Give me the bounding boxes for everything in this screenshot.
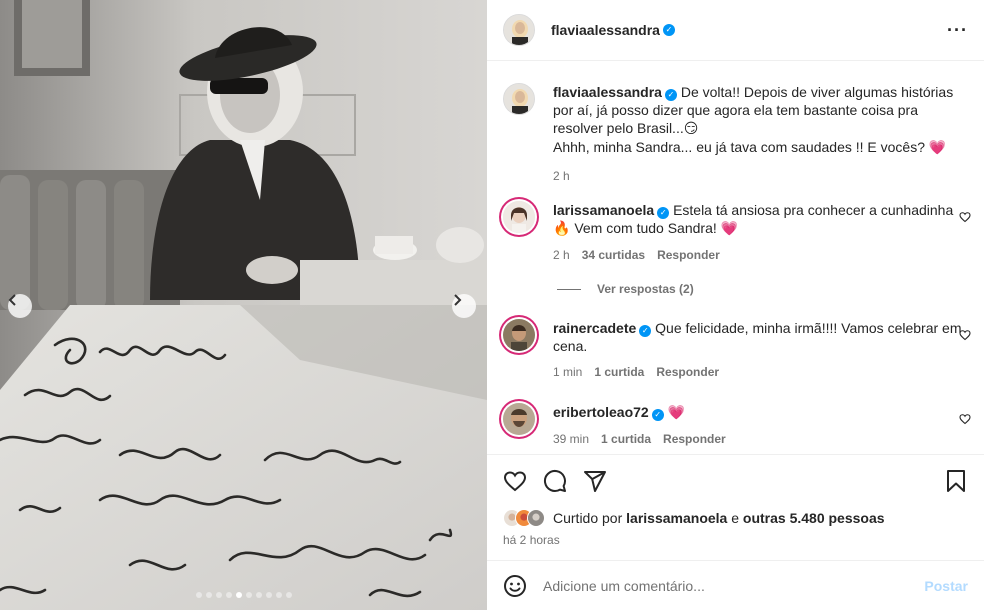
like-comment-heart-icon[interactable] <box>959 413 971 425</box>
comment-item: eribertoleao72 ✓ 💗 39 min 1 curtida Respo… <box>503 403 973 448</box>
reply-button[interactable]: Responder <box>663 430 726 448</box>
heart-emoji-icon: 💗 <box>667 405 686 421</box>
comment-item: rainercadete ✓ Que felicidade, minha irmã… <box>503 319 973 381</box>
comments-list[interactable]: flaviaalessandra ✓ De volta!! Depois de v… <box>487 61 984 454</box>
liked-by-prefix: Curtido por <box>553 510 623 526</box>
comment-input[interactable] <box>543 577 925 594</box>
verified-badge-icon: ✓ <box>664 89 677 101</box>
comment-body: rainercadete ✓ Que felicidade, minha irmã… <box>553 319 971 381</box>
carousel-dot <box>215 592 222 598</box>
commenter-avatar[interactable] <box>503 403 535 435</box>
like-comment-heart-icon[interactable] <box>959 211 971 223</box>
post-photo[interactable] <box>0 0 487 610</box>
share-paper-plane-icon[interactable] <box>583 469 607 493</box>
carousel-dot <box>225 592 232 598</box>
post-comment-button[interactable]: Postar <box>924 578 968 594</box>
save-bookmark-icon[interactable] <box>944 469 968 493</box>
carousel-next-button[interactable] <box>452 294 476 318</box>
like-comment-heart-icon[interactable] <box>959 329 971 341</box>
post-side-panel: flaviaalessandra ✓ ··· flaviaalessandra ✓… <box>487 0 984 610</box>
post-header: flaviaalessandra ✓ ··· <box>487 0 984 61</box>
heart-emoji-icon: 💗 <box>928 140 947 156</box>
likes-text: Curtido por larissamanoela e outras 5.48… <box>553 510 885 526</box>
comment-bubble-icon[interactable] <box>543 469 567 493</box>
comment-likes[interactable]: 1 curtida <box>594 363 644 381</box>
comment-meta: 39 min 1 curtida Responder <box>553 430 971 448</box>
caption-body: flaviaalessandra ✓ De volta!! Depois de v… <box>553 83 971 185</box>
carousel-dot <box>195 592 202 598</box>
fire-emoji-icon: 🔥 <box>553 221 571 237</box>
caption: flaviaalessandra ✓ De volta!! Depois de v… <box>503 83 973 185</box>
comment-time[interactable]: 2 h <box>553 246 570 264</box>
carousel-dot <box>285 592 292 598</box>
carousel-dot <box>205 592 212 598</box>
smirk-emoji-icon: 😏 <box>683 121 699 137</box>
chevron-right-icon <box>454 294 462 306</box>
view-replies-button[interactable]: Ver respostas (2) <box>557 282 694 296</box>
comment-item: larissamanoela ✓ Estela tá ansiosa pra co… <box>503 201 973 264</box>
add-comment-bar: Postar <box>487 560 984 610</box>
comment-meta: 2 h 34 curtidas Responder <box>553 246 971 264</box>
reply-button[interactable]: Responder <box>657 246 720 264</box>
liked-by-user[interactable]: larissamanoela <box>626 510 727 526</box>
liked-by-joiner: e <box>731 510 740 526</box>
liked-by-others[interactable]: outras 5.480 pessoas <box>743 510 885 526</box>
post-timestamp[interactable]: há 2 horas <box>487 529 984 547</box>
commenter-avatar[interactable] <box>503 319 535 351</box>
reply-divider <box>557 288 581 290</box>
carousel-prev-button[interactable] <box>8 294 32 318</box>
comment-time[interactable]: 39 min <box>553 430 589 448</box>
liker-avatar <box>527 509 545 527</box>
carousel-dot <box>245 592 252 598</box>
caption-text-2: Ahhh, minha Sandra... eu já tava com sau… <box>553 139 925 155</box>
verified-badge-icon: ✓ <box>657 207 670 219</box>
comment-body: eribertoleao72 ✓ 💗 39 min 1 curtida Respo… <box>553 403 971 448</box>
chevron-left-icon <box>8 294 16 306</box>
likes-summary: Curtido por larissamanoela e outras 5.48… <box>487 507 984 529</box>
verified-badge-icon: ✓ <box>662 24 675 36</box>
comment-username[interactable]: rainercadete <box>553 320 636 336</box>
comment-likes[interactable]: 1 curtida <box>601 430 651 448</box>
more-options-icon[interactable]: ··· <box>947 20 968 41</box>
comment-text-2: Vem com tudo Sandra! <box>574 220 717 236</box>
carousel-dot <box>255 592 262 598</box>
comment-username[interactable]: larissamanoela <box>553 202 654 218</box>
comment-time[interactable]: 1 min <box>553 363 582 381</box>
emoji-smiley-icon[interactable] <box>503 574 527 598</box>
like-heart-icon[interactable] <box>503 469 527 493</box>
verified-badge-icon: ✓ <box>639 325 652 337</box>
caption-time[interactable]: 2 h <box>553 167 570 185</box>
carousel-dot <box>275 592 282 598</box>
caption-username[interactable]: flaviaalessandra <box>553 84 662 100</box>
author-avatar[interactable] <box>503 14 535 46</box>
comment-meta: 1 min 1 curtida Responder <box>553 363 971 381</box>
reply-button[interactable]: Responder <box>656 363 719 381</box>
caption-avatar[interactable] <box>503 83 535 115</box>
view-replies-label: Ver respostas (2) <box>597 282 694 296</box>
comment-username[interactable]: eribertoleao72 <box>553 404 649 420</box>
carousel-dot <box>235 592 242 598</box>
post-actions: Curtido por larissamanoela e outras 5.48… <box>487 454 984 547</box>
carousel-dot <box>265 592 272 598</box>
verified-badge-icon: ✓ <box>651 409 664 421</box>
comment-likes[interactable]: 34 curtidas <box>582 246 645 264</box>
action-icons-row <box>487 455 984 507</box>
commenter-avatar[interactable] <box>503 201 535 233</box>
comment-text: Estela tá ansiosa pra conhecer a cunhadi… <box>673 202 954 218</box>
carousel-dots <box>0 592 487 598</box>
author-username[interactable]: flaviaalessandra <box>551 22 660 38</box>
liker-avatars <box>503 509 545 527</box>
comment-body: larissamanoela ✓ Estela tá ansiosa pra co… <box>553 201 971 264</box>
caption-meta: 2 h <box>553 167 971 185</box>
heart-emoji-icon: 💗 <box>720 221 739 237</box>
post-photo-image <box>0 0 487 610</box>
